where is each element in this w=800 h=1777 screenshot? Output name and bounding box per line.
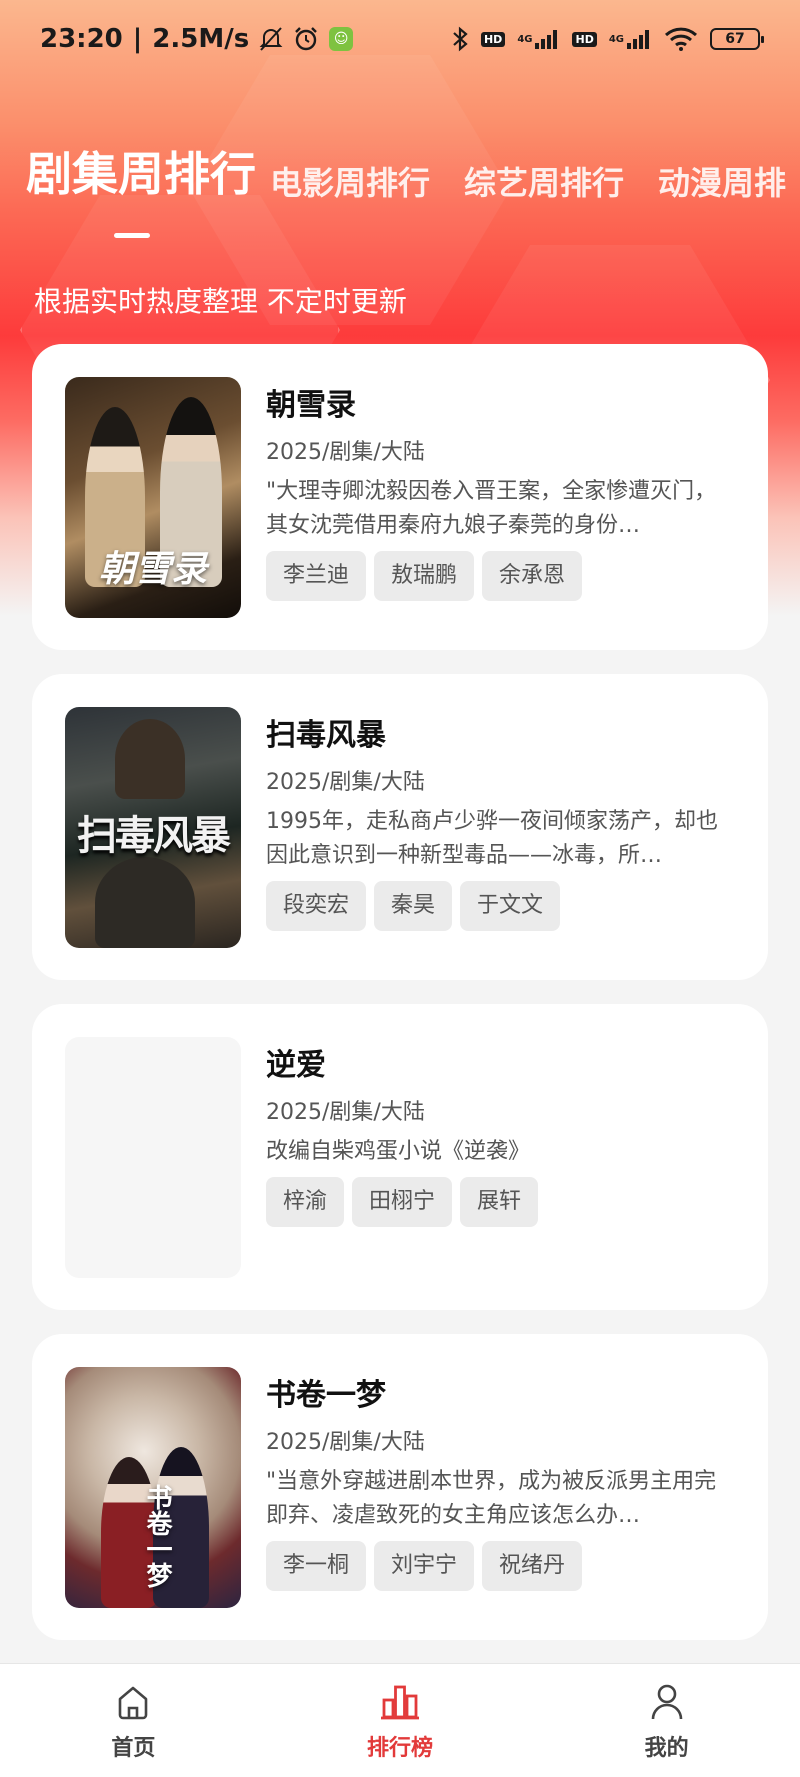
nav-home[interactable]: 首页 — [0, 1664, 267, 1777]
card-info: 书卷一梦 2025/剧集/大陆 "当意外穿越进剧本世界，成为被反派男主用完即弃、… — [266, 1367, 738, 1640]
user-icon — [650, 1682, 684, 1722]
hd-badge: HD — [480, 31, 506, 47]
cast-tag[interactable]: 李一桐 — [266, 1541, 367, 1591]
ranking-tabs: 剧集周排行 电影周排行 综艺周排行 动漫周排 — [26, 138, 800, 238]
battery-indicator: 67 — [710, 28, 764, 50]
tab-anime-weekly[interactable]: 动漫周排 — [658, 158, 786, 210]
status-bar: 23:20 | 2.5M/s ☺ HD 4G HD 4G 67 — [0, 0, 800, 78]
ranking-list: 朝雪录 朝雪录 2025/剧集/大陆 "大理寺卿沈毅因卷入晋王案，全家惨遭灭门，… — [32, 344, 768, 1664]
show-meta: 2025/剧集/大陆 — [266, 770, 425, 795]
show-description: 1995年，走私商卢少骅一夜间倾家荡产，却也因此意识到一种新型毒品——冰毒，所… — [266, 809, 718, 868]
cast-tags: 梓渝 田栩宁 展轩 — [266, 1177, 738, 1227]
poster-figure — [95, 857, 195, 948]
signal-icon: 4G — [609, 29, 652, 49]
nav-profile[interactable]: 我的 — [533, 1664, 800, 1777]
nav-label: 排行榜 — [367, 1736, 434, 1761]
show-meta: 2025/剧集/大陆 — [266, 440, 425, 465]
poster-title: 扫毒风暴 — [77, 812, 231, 859]
cast-tag[interactable]: 敖瑞鹏 — [374, 551, 475, 601]
app-notification-icon: ☺ — [329, 27, 354, 51]
active-tab-indicator — [114, 233, 150, 238]
chart-icon — [380, 1682, 420, 1722]
cast-tag[interactable]: 余承恩 — [482, 551, 583, 601]
status-left: 23:20 | 2.5M/s ☺ — [40, 24, 354, 54]
show-meta: 2025/剧集/大陆 — [266, 1100, 425, 1125]
cast-tag[interactable]: 段奕宏 — [266, 881, 367, 931]
cast-tags: 李一桐 刘宇宁 祝绪丹 — [266, 1541, 738, 1591]
cast-tag[interactable]: 秦昊 — [374, 881, 453, 931]
cast-tag[interactable]: 刘宇宁 — [374, 1541, 475, 1591]
show-title: 逆爱 — [266, 1048, 326, 1083]
network-speed: 2.5M/s — [152, 24, 250, 54]
cast-tag[interactable]: 于文文 — [460, 881, 561, 931]
card-info: 逆爱 2025/剧集/大陆 改编自柴鸡蛋小说《逆袭》 梓渝 田栩宁 展轩 — [266, 1037, 738, 1310]
bottom-nav: 首页 排行榜 我的 — [0, 1663, 800, 1777]
cast-tag[interactable]: 展轩 — [460, 1177, 539, 1227]
bluetooth-icon — [451, 26, 469, 52]
cast-tag[interactable]: 李兰迪 — [266, 551, 367, 601]
poster-image: 书卷一梦 — [65, 1367, 241, 1608]
tab-series-weekly[interactable]: 剧集周排行 — [26, 138, 256, 238]
poster-figure — [115, 719, 185, 799]
cast-tags: 李兰迪 敖瑞鹏 余承恩 — [266, 551, 738, 601]
ranking-card[interactable]: 逆爱 2025/剧集/大陆 改编自柴鸡蛋小说《逆袭》 梓渝 田栩宁 展轩 — [32, 1004, 768, 1310]
tab-movie-weekly[interactable]: 电影周排行 — [270, 158, 430, 210]
poster-title: 朝雪录 — [98, 548, 207, 590]
show-title: 朝雪录 — [266, 388, 356, 423]
ranking-subtitle: 根据实时热度整理 不定时更新 — [34, 285, 407, 318]
tab-label: 剧集周排行 — [26, 147, 256, 201]
cast-tag[interactable]: 梓渝 — [266, 1177, 345, 1227]
home-icon — [116, 1682, 150, 1722]
signal-icon: 4G — [517, 29, 560, 49]
cast-tags: 段奕宏 秦昊 于文文 — [266, 881, 738, 931]
network-4g-label: 4G — [608, 33, 624, 45]
nav-ranking[interactable]: 排行榜 — [267, 1664, 534, 1777]
show-description: "大理寺卿沈毅因卷入晋王案，全家惨遭灭门，其女沈莞借用秦府九娘子秦莞的身份… — [266, 479, 717, 538]
card-info: 扫毒风暴 2025/剧集/大陆 1995年，走私商卢少骅一夜间倾家荡产，却也因此… — [266, 707, 738, 980]
show-title: 书卷一梦 — [266, 1378, 386, 1413]
ranking-card[interactable]: 朝雪录 朝雪录 2025/剧集/大陆 "大理寺卿沈毅因卷入晋王案，全家惨遭灭门，… — [32, 344, 768, 650]
hd-badge: HD — [572, 31, 597, 47]
tab-variety-weekly[interactable]: 综艺周排行 — [464, 158, 624, 210]
alarm-icon — [293, 26, 319, 52]
cast-tag[interactable]: 祝绪丹 — [482, 1541, 583, 1591]
card-info: 朝雪录 2025/剧集/大陆 "大理寺卿沈毅因卷入晋王案，全家惨遭灭门，其女沈莞… — [266, 377, 738, 650]
status-divider: | — [132, 24, 143, 54]
nav-label: 首页 — [111, 1736, 156, 1761]
ranking-card[interactable]: 书卷一梦 书卷一梦 2025/剧集/大陆 "当意外穿越进剧本世界，成为被反派男主… — [32, 1334, 768, 1640]
wifi-icon — [664, 27, 698, 51]
ranking-card[interactable]: 扫毒风暴 扫毒风暴 2025/剧集/大陆 1995年，走私商卢少骅一夜间倾家荡产… — [32, 674, 768, 980]
mute-bell-icon — [259, 26, 283, 52]
poster-image: 朝雪录 — [65, 377, 241, 618]
poster-title: 书卷一梦 — [142, 1484, 172, 1588]
show-title: 扫毒风暴 — [266, 718, 386, 753]
poster-image: 扫毒风暴 — [65, 707, 241, 948]
nav-label: 我的 — [644, 1736, 689, 1761]
show-description: 改编自柴鸡蛋小说《逆袭》 — [266, 1139, 531, 1164]
poster-placeholder — [65, 1037, 241, 1278]
status-time: 23:20 — [40, 24, 123, 54]
status-right: HD 4G HD 4G 67 — [451, 26, 764, 52]
show-meta: 2025/剧集/大陆 — [266, 1430, 425, 1455]
cast-tag[interactable]: 田栩宁 — [352, 1177, 453, 1227]
network-4g-label: 4G — [517, 33, 533, 45]
show-description: "当意外穿越进剧本世界，成为被反派男主用完即弃、凌虐致死的女主角应该怎么办… — [266, 1469, 717, 1528]
